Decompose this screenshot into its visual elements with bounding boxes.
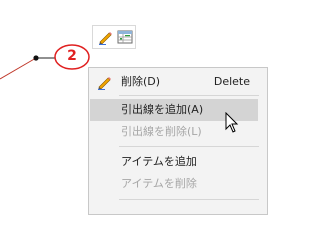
table-properties-icon[interactable] (117, 29, 133, 45)
context-menu: 削除(D) Delete 引出線を追加(A) 引出線を削除(L) アイテムを追加… (88, 67, 268, 215)
menu-item-remove-item: アイテムを削除 (90, 173, 258, 195)
leader-line (0, 57, 37, 80)
pencil-delete-icon (98, 77, 111, 90)
menu-separator (119, 199, 259, 200)
menu-separator (119, 146, 259, 147)
menu-item-shortcut: Delete (213, 75, 250, 88)
drawing-canvas[interactable]: 2 削除(D) Delete 引出線を追加(A) 引出線を削除(L) アイテムを… (0, 0, 268, 215)
pencil-edit-icon[interactable] (97, 29, 113, 45)
menu-item-label: アイテムを削除 (121, 177, 197, 190)
mouse-pointer-icon (225, 112, 239, 133)
menu-item-label: 削除(D) (121, 75, 161, 88)
mini-toolbar (92, 25, 136, 49)
menu-item-label: 引出線を削除(L) (121, 125, 202, 138)
menu-item-label: アイテムを追加 (121, 155, 197, 168)
leader-anchor-dot (33, 55, 39, 61)
menu-item-label: 引出線を追加(A) (121, 103, 204, 116)
menu-item-delete[interactable]: 削除(D) Delete (90, 71, 258, 93)
balloon-number[interactable]: 2 (55, 44, 89, 68)
menu-item-add-item[interactable]: アイテムを追加 (90, 151, 258, 173)
menu-separator (119, 95, 259, 96)
